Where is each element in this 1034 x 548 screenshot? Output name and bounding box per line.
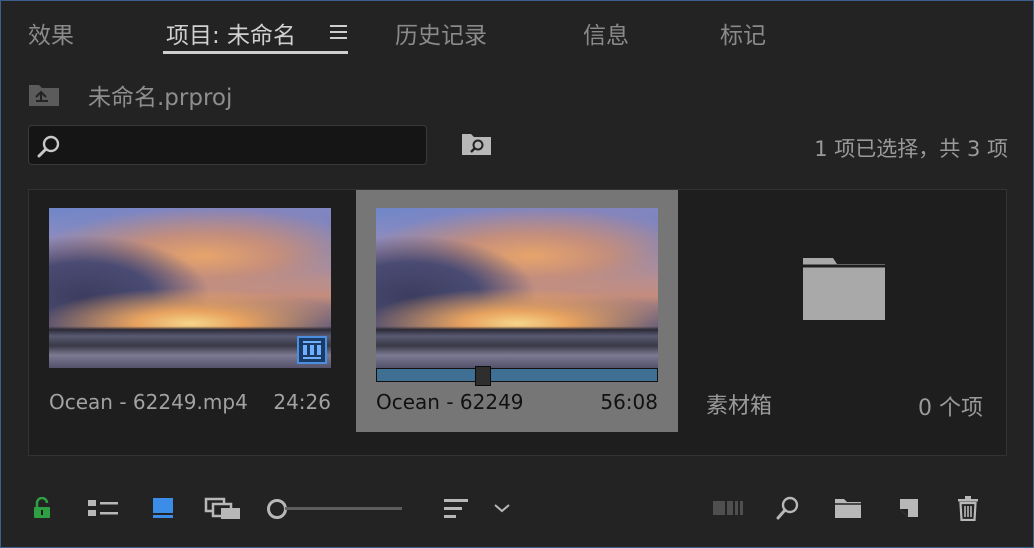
new-item-icon[interactable]: [895, 488, 923, 528]
folder-icon[interactable]: [801, 256, 887, 322]
sequence-thumbnail[interactable]: [376, 208, 658, 368]
scrub-playhead[interactable]: [475, 366, 491, 386]
project-item-bin[interactable]: 素材箱 0 个项: [681, 190, 1003, 432]
tab-project[interactable]: 项目: 未命名: [166, 16, 296, 50]
icon-view-icon[interactable]: [148, 488, 178, 528]
project-name: 未命名.prproj: [88, 85, 233, 111]
automate-to-sequence-icon[interactable]: [710, 488, 746, 528]
parent-folder-icon[interactable]: [28, 81, 60, 107]
zoom-slider-handle[interactable]: [267, 499, 287, 519]
clip-thumbnail[interactable]: [49, 208, 331, 368]
search-icon: [37, 135, 60, 158]
search-input[interactable]: [28, 125, 427, 165]
new-search-bin-icon[interactable]: [461, 132, 492, 156]
lock-open-icon[interactable]: [30, 488, 54, 528]
chevron-down-icon[interactable]: [490, 488, 514, 528]
project-item-clip[interactable]: Ocean - 62249.mp4 24:26: [29, 190, 351, 432]
tab-info[interactable]: 信息: [583, 16, 629, 50]
panel-menu-icon[interactable]: [330, 25, 347, 39]
new-bin-icon[interactable]: [832, 488, 864, 528]
hover-scrub-bar[interactable]: [376, 366, 658, 386]
tab-markers[interactable]: 标记: [720, 16, 766, 50]
clip-name[interactable]: Ocean - 62249.mp4: [49, 390, 248, 414]
active-tab-indicator: [163, 51, 348, 54]
bin-name[interactable]: 素材箱: [706, 388, 772, 420]
clip-duration: 24:26: [273, 390, 331, 414]
list-view-icon[interactable]: [84, 488, 122, 528]
panel-tabs: 效果 项目: 未命名 历史记录 信息 标记: [0, 0, 1034, 60]
tab-effects[interactable]: 效果: [28, 16, 74, 50]
film-icon: [297, 336, 327, 364]
bin-item-count: 0 个项: [918, 396, 983, 421]
find-icon[interactable]: [774, 488, 802, 528]
sequence-duration: 56:08: [600, 390, 658, 414]
freeform-view-icon[interactable]: [203, 488, 243, 528]
project-toolbar: [0, 488, 1034, 528]
trash-icon[interactable]: [955, 488, 981, 528]
selection-count: 1 项已选择，共 3 项: [814, 137, 1008, 161]
tab-history[interactable]: 历史记录: [395, 16, 487, 50]
sort-icon[interactable]: [440, 488, 472, 528]
project-items-grid: Ocean - 62249.mp4 24:26 Ocean - 62249 56…: [28, 189, 1007, 456]
sequence-name[interactable]: Ocean - 62249: [376, 390, 524, 414]
project-item-sequence[interactable]: Ocean - 62249 56:08: [356, 190, 678, 432]
zoom-slider[interactable]: [285, 507, 402, 510]
